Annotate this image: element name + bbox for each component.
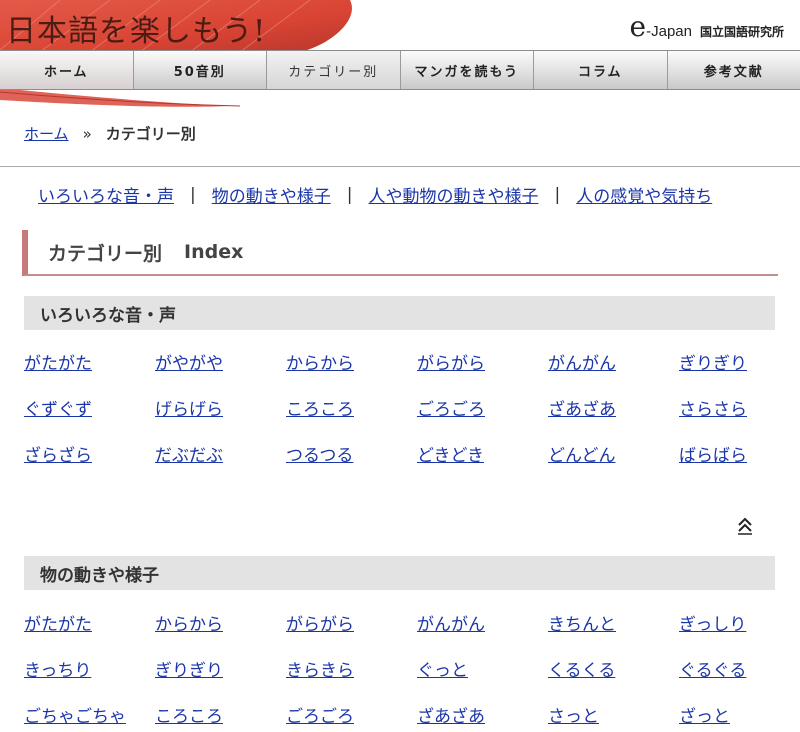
- word-link[interactable]: ぐっと: [417, 648, 548, 694]
- word-link[interactable]: がらがら: [286, 602, 417, 648]
- category-link-people-animals[interactable]: 人や動物の動きや様子: [368, 182, 538, 207]
- section-title-sounds: いろいろな音・声: [24, 296, 775, 330]
- word-link[interactable]: どきどき: [417, 433, 548, 479]
- word-link[interactable]: げらげら: [155, 387, 286, 433]
- word-link[interactable]: がらがら: [417, 341, 548, 387]
- word-link[interactable]: がたがた: [24, 341, 155, 387]
- word-link[interactable]: ころころ: [155, 694, 286, 732]
- breadcrumb: ホーム » カテゴリー別: [24, 123, 196, 144]
- word-link[interactable]: ざらざら: [24, 433, 155, 479]
- word-link[interactable]: からから: [286, 341, 417, 387]
- divider: [0, 166, 800, 167]
- ninjal-logo[interactable]: e -Japan 国立国語研究所: [629, 10, 784, 43]
- word-link[interactable]: ぎっしり: [679, 602, 800, 648]
- page-title: カテゴリー別 Index: [22, 230, 778, 276]
- word-link[interactable]: つるつる: [286, 433, 417, 479]
- word-link[interactable]: ざあざあ: [417, 694, 548, 732]
- org-e: e: [629, 10, 647, 43]
- word-link[interactable]: ぐるぐる: [679, 648, 800, 694]
- word-link[interactable]: くるくる: [548, 648, 679, 694]
- nav-references[interactable]: 参考文献: [667, 51, 800, 89]
- category-link-objects[interactable]: 物の動きや様子: [212, 182, 331, 207]
- main-nav: ホーム 50音別 カテゴリー別 マンガを読もう コラム 参考文献: [0, 50, 800, 90]
- word-link[interactable]: きらきら: [286, 648, 417, 694]
- nav-50on[interactable]: 50音別: [133, 51, 267, 89]
- word-link[interactable]: ぎりぎり: [679, 341, 800, 387]
- word-link[interactable]: がたがた: [24, 602, 155, 648]
- section-title-objects: 物の動きや様子: [24, 556, 775, 590]
- word-link[interactable]: からから: [155, 602, 286, 648]
- nav-column[interactable]: コラム: [534, 51, 668, 89]
- word-link[interactable]: さっと: [548, 694, 679, 732]
- site-header: 日本語を楽しもう! e -Japan 国立国語研究所: [0, 0, 800, 107]
- word-link[interactable]: ごちゃごちゃ: [24, 694, 155, 732]
- word-link[interactable]: どんどん: [548, 433, 679, 479]
- org-institute: 国立国語研究所: [699, 25, 784, 39]
- category-separator: |: [554, 184, 561, 205]
- word-grid-objects: がたがた からから がらがら がんがん きちんと ぎっしり きっちり ぎりぎり …: [24, 602, 800, 732]
- breadcrumb-current: カテゴリー別: [105, 125, 196, 143]
- org-japan: -Japan: [646, 23, 692, 40]
- breadcrumb-home-link[interactable]: ホーム: [24, 123, 69, 144]
- site-logo[interactable]: 日本語を楽しもう!: [6, 6, 266, 50]
- page-title-text: カテゴリー別: [48, 242, 163, 265]
- word-link[interactable]: だぶだぶ: [155, 433, 286, 479]
- nav-manga[interactable]: マンガを読もう: [400, 51, 534, 89]
- word-link[interactable]: さらさら: [679, 387, 800, 433]
- word-link[interactable]: ぎりぎり: [155, 648, 286, 694]
- nav-category[interactable]: カテゴリー別: [267, 51, 401, 89]
- category-nav: いろいろな音・声 | 物の動きや様子 | 人や動物の動きや様子 | 人の感覚や気…: [38, 182, 712, 208]
- word-link[interactable]: きっちり: [24, 648, 155, 694]
- word-grid-sounds: がたがた がやがや からから がらがら がんがん ぎりぎり ぐずぐず げらげら …: [24, 341, 800, 479]
- category-separator: |: [346, 184, 353, 205]
- double-chevron-up-icon[interactable]: [737, 517, 753, 535]
- category-link-feelings[interactable]: 人の感覚や気持ち: [576, 182, 712, 207]
- word-link[interactable]: ころころ: [286, 387, 417, 433]
- category-link-sounds[interactable]: いろいろな音・声: [38, 182, 174, 207]
- word-link[interactable]: ごろごろ: [417, 387, 548, 433]
- word-link[interactable]: ざあざあ: [548, 387, 679, 433]
- word-link[interactable]: がんがん: [417, 602, 548, 648]
- word-link[interactable]: ばらばら: [679, 433, 800, 479]
- category-separator: |: [190, 184, 196, 205]
- word-link[interactable]: ごろごろ: [286, 694, 417, 732]
- word-link[interactable]: ざっと: [679, 694, 800, 732]
- page-title-suffix: Index: [184, 241, 244, 263]
- nav-home[interactable]: ホーム: [0, 51, 134, 89]
- breadcrumb-separator: »: [82, 124, 92, 143]
- word-link[interactable]: きちんと: [548, 602, 679, 648]
- word-link[interactable]: がやがや: [155, 341, 286, 387]
- word-link[interactable]: ぐずぐず: [24, 387, 155, 433]
- word-link[interactable]: がんがん: [548, 341, 679, 387]
